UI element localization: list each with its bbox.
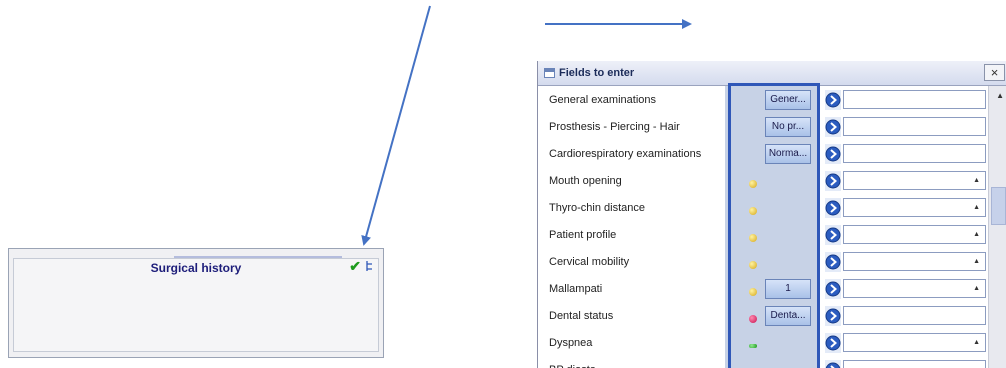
go-arrow-icon[interactable] (825, 117, 841, 137)
panel-title: Surgical history (150, 261, 242, 275)
status-red-icon (749, 315, 757, 323)
go-arrow-icon[interactable] (825, 144, 841, 164)
field-row: Patient profile ▲ (538, 223, 989, 250)
status-yellow-icon (749, 180, 757, 188)
field-row: BP diasto (538, 358, 989, 368)
dropdown-arrow-icon[interactable]: ▲ (973, 285, 980, 292)
field-label: Prosthesis - Piercing - Hair (549, 121, 680, 133)
text-field[interactable] (843, 360, 986, 368)
field-row: Prosthesis - Piercing - Hair No pr... (538, 115, 989, 142)
dropdown-arrow-icon[interactable]: ▲ (973, 339, 980, 346)
dropdown-field[interactable]: ▲ (843, 333, 986, 352)
status-green-icon (749, 344, 757, 348)
go-arrow-icon[interactable] (825, 90, 841, 110)
fields-to-enter-window: Fields to enter × ▲ General examinations… (537, 61, 1006, 368)
field-row: General examinations Gener... (538, 88, 989, 115)
dropdown-arrow-icon[interactable]: ▲ (973, 231, 980, 238)
value-button[interactable]: No pr... (765, 117, 811, 137)
dropdown-arrow-icon[interactable]: ▲ (973, 177, 980, 184)
text-field[interactable] (843, 306, 986, 325)
scroll-thumb[interactable] (991, 187, 1006, 225)
text-field[interactable] (843, 117, 986, 136)
go-arrow-icon[interactable] (825, 225, 841, 245)
field-row: Cardiorespiratory examinations Norma... (538, 142, 989, 169)
text-field[interactable] (843, 144, 986, 163)
field-row: Mouth opening ▲ (538, 169, 989, 196)
go-arrow-icon[interactable] (825, 171, 841, 191)
field-label: Mouth opening (549, 175, 622, 187)
dropdown-field[interactable]: ▲ (843, 171, 986, 190)
field-row: Dyspnea ▲ (538, 331, 989, 358)
status-yellow-icon (749, 288, 757, 296)
field-row: Cervical mobility ▲ (538, 250, 989, 277)
surgical-history-panel: Surgical history ✔ (8, 248, 384, 358)
status-yellow-icon (749, 261, 757, 269)
text-field[interactable] (843, 90, 986, 109)
field-label: Cervical mobility (549, 256, 630, 268)
status-yellow-icon (749, 207, 757, 215)
scroll-up-icon[interactable]: ▲ (996, 91, 1004, 100)
value-button[interactable]: 1 (765, 279, 811, 299)
field-label: Dental status (549, 310, 614, 322)
dropdown-field[interactable]: ▲ (843, 198, 986, 217)
go-arrow-icon[interactable] (825, 333, 841, 353)
dropdown-field[interactable]: ▲ (843, 279, 986, 298)
go-arrow-icon[interactable] (825, 252, 841, 272)
go-arrow-icon[interactable] (825, 198, 841, 218)
window-title: Fields to enter (559, 67, 635, 79)
vertical-scrollbar[interactable]: ▲ (988, 86, 1006, 368)
field-label: Cardiorespiratory examinations (549, 148, 702, 160)
field-label: Dyspnea (549, 337, 593, 349)
close-button[interactable]: × (984, 64, 1005, 81)
dropdown-arrow-icon[interactable]: ▲ (973, 258, 980, 265)
value-button[interactable]: Norma... (765, 144, 811, 164)
window-icon (544, 68, 555, 78)
field-row: Mallampati 1 ▲ (538, 277, 989, 304)
fields-grid: ▲ General examinations Gener... Prosthesis… (538, 86, 1006, 368)
check-icon[interactable]: ✔ (349, 258, 361, 275)
field-label: General examinations (549, 94, 657, 106)
field-label: Patient profile (549, 229, 617, 241)
field-label: Thyro-chin distance (549, 202, 645, 214)
dropdown-field[interactable]: ▲ (843, 225, 986, 244)
status-yellow-icon (749, 234, 757, 242)
tree-icon[interactable] (365, 261, 375, 272)
field-label: Mallampati (549, 283, 603, 295)
window-titlebar: Fields to enter × (538, 61, 1006, 86)
field-row: Dental status Denta... (538, 304, 989, 331)
go-arrow-icon[interactable] (825, 279, 841, 299)
go-arrow-icon[interactable] (825, 360, 841, 368)
diagonal-arrow (361, 5, 431, 246)
dropdown-arrow-icon[interactable]: ▲ (973, 204, 980, 211)
value-button[interactable]: Denta... (765, 306, 811, 326)
field-row: Thyro-chin distance ▲ (538, 196, 989, 223)
go-arrow-icon[interactable] (825, 306, 841, 326)
dropdown-field[interactable]: ▲ (843, 252, 986, 271)
field-label: BP diasto (549, 364, 596, 368)
value-button[interactable]: Gener... (765, 90, 811, 110)
